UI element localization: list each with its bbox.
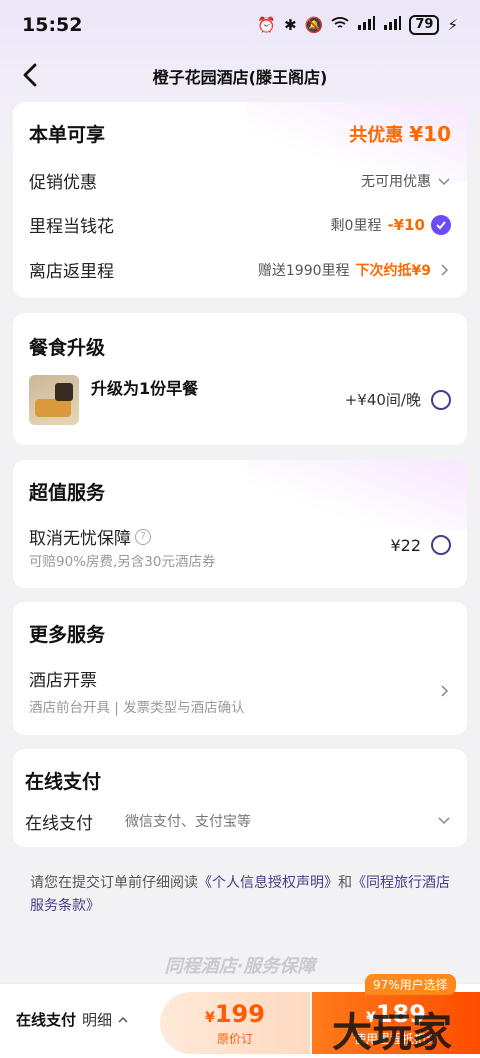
status-time: 15:52 [22, 14, 83, 36]
meal-item: 升级为1份早餐 [91, 379, 199, 398]
chevron-right-icon [441, 685, 449, 697]
mileage-value-wrap: 剩0里程 -¥10 [330, 214, 451, 235]
payment-title: 在线支付 [25, 771, 102, 793]
payment-method-options: 微信支付、支付宝等 [125, 814, 251, 830]
invoice-row[interactable]: 酒店开票 酒店前台开具 | 发票类型与酒店确认 [13, 660, 467, 720]
more-service-title: 更多服务 [29, 624, 106, 646]
mileage-row: 里程当钱花 剩0里程 -¥10 [29, 212, 451, 237]
total-discount-label: 共优惠 [349, 124, 404, 146]
original-price-label: 原价订 [216, 1031, 253, 1046]
chevron-down-icon [438, 177, 450, 185]
mileage-checkbox[interactable] [431, 214, 451, 235]
value-service-card: 超值服务 取消无忧保障 ? 可赔90%房费,另含30元酒店券 ¥22 [13, 460, 467, 588]
return-mileage-value-wrap: 赠送1990里程 下次约抵¥9 [258, 260, 451, 280]
original-currency: ¥ [205, 1009, 215, 1026]
payment-method-label: 在线支付 [25, 814, 93, 834]
user-choice-badge: 97%用户选择 [365, 974, 456, 995]
bottom-pay-label: 在线支付 [16, 1011, 77, 1029]
discount-title: 本单可享 [29, 124, 106, 146]
payment-header: 在线支付 [25, 767, 451, 794]
promo-value: 无可用优惠 [361, 173, 431, 190]
meal-header: 餐食升级 [29, 333, 451, 360]
mileage-label: 里程当钱花 [29, 217, 114, 237]
payment-method-row[interactable]: 在线支付 微信支付、支付宝等 [13, 801, 467, 841]
total-discount: 共优惠 ¥10 [349, 121, 451, 147]
value-service-header: 超值服务 [29, 478, 451, 505]
discount-card: 本单可享 共优惠 ¥10 促销优惠 无可用优惠 里程当钱花 剩0里程 -¥10 … [13, 102, 467, 298]
back-arrow-icon[interactable] [16, 60, 46, 90]
help-icon[interactable]: ? [135, 528, 151, 545]
watermark: 大玩家 [332, 1009, 452, 1056]
cancel-insurance-label: 取消无忧保障 [29, 529, 131, 549]
discount-header: 本单可享 共优惠 ¥10 [29, 120, 451, 147]
cancel-insurance-radio[interactable] [431, 535, 451, 555]
detail-label: 明细 [82, 1011, 113, 1029]
mileage-value: 剩0里程 [330, 217, 382, 234]
privacy-statement-link[interactable]: 《个人信息授权声明》 [198, 875, 338, 891]
cancel-insurance-desc: 可赔90%房费,另含30元酒店券 [29, 554, 216, 570]
chevron-up-icon [118, 1016, 128, 1023]
mileage-amount: -¥10 [387, 215, 425, 234]
return-mileage-value: 赠送1990里程 [257, 262, 350, 279]
promo-row[interactable]: 促销优惠 无可用优惠 [29, 168, 451, 193]
invoice-label: 酒店开票 [29, 671, 97, 691]
nav-bar: 橙子花园酒店(滕王阁店) [0, 50, 480, 102]
breakfast-image [29, 375, 79, 425]
invoice-desc: 酒店前台开具 | 发票类型与酒店确认 [29, 700, 245, 716]
alarm-icon: ⏰ [257, 16, 277, 34]
meal-price-wrap: +¥40间/晚 [345, 389, 451, 410]
meal-radio[interactable] [431, 389, 451, 410]
page-title: 橙子花园酒店(滕王阁店) [152, 68, 328, 87]
value-service-title: 超值服务 [29, 482, 106, 504]
original-price-value: 199 [214, 999, 265, 1028]
cancel-insurance-label-wrap: 取消无忧保障 ? [29, 524, 151, 549]
total-discount-value: ¥10 [409, 121, 451, 146]
battery-icon: 79 [409, 15, 440, 35]
meal-card: 餐食升级 升级为1份早餐 +¥40间/晚 [13, 313, 467, 445]
return-mileage-label: 离店返里程 [29, 262, 114, 282]
terms-notice: 请您在提交订单前仔细阅读《个人信息授权声明》和《同程旅行酒店服务条款》 [30, 872, 455, 918]
chevron-down-icon [438, 817, 450, 825]
bluetooth-icon: ✱ [284, 16, 297, 34]
status-icons: ⏰ ✱ 🔕 79 ⚡ [257, 15, 458, 35]
signal-icon-2 [383, 16, 402, 34]
mute-icon: 🔕 [304, 16, 324, 34]
detail-toggle[interactable]: 明细 [82, 1009, 129, 1030]
chevron-right-icon [441, 263, 449, 276]
more-service-header: 更多服务 [29, 620, 451, 647]
promo-label: 促销优惠 [29, 173, 97, 193]
meal-price: +¥40间/晚 [344, 391, 421, 409]
notice-prefix: 请您在提交订单前仔细阅读 [30, 875, 198, 891]
return-mileage-row[interactable]: 离店返里程 赠送1990里程 下次约抵¥9 [29, 257, 451, 282]
payment-card: 在线支付 在线支付 微信支付、支付宝等 [13, 749, 467, 847]
charging-icon: ⚡ [447, 16, 458, 34]
signal-icon [357, 16, 376, 34]
more-service-card: 更多服务 酒店开票 酒店前台开具 | 发票类型与酒店确认 [13, 602, 467, 735]
checkmark-icon [436, 220, 446, 229]
wifi-icon [331, 16, 349, 34]
original-price: ¥199 [205, 1000, 265, 1028]
status-bar: 15:52 ⏰ ✱ 🔕 79 ⚡ [0, 0, 480, 50]
promo-value-wrap: 无可用优惠 [361, 171, 451, 191]
return-mileage-extra: 下次约抵¥9 [355, 262, 431, 279]
cancel-insurance-price: ¥22 [390, 535, 421, 555]
notice-and: 和 [338, 875, 352, 891]
meal-title: 餐食升级 [29, 337, 106, 359]
original-price-button[interactable]: ¥199 原价订 [160, 992, 310, 1054]
cancel-insurance-price-wrap: ¥22 [390, 535, 451, 555]
